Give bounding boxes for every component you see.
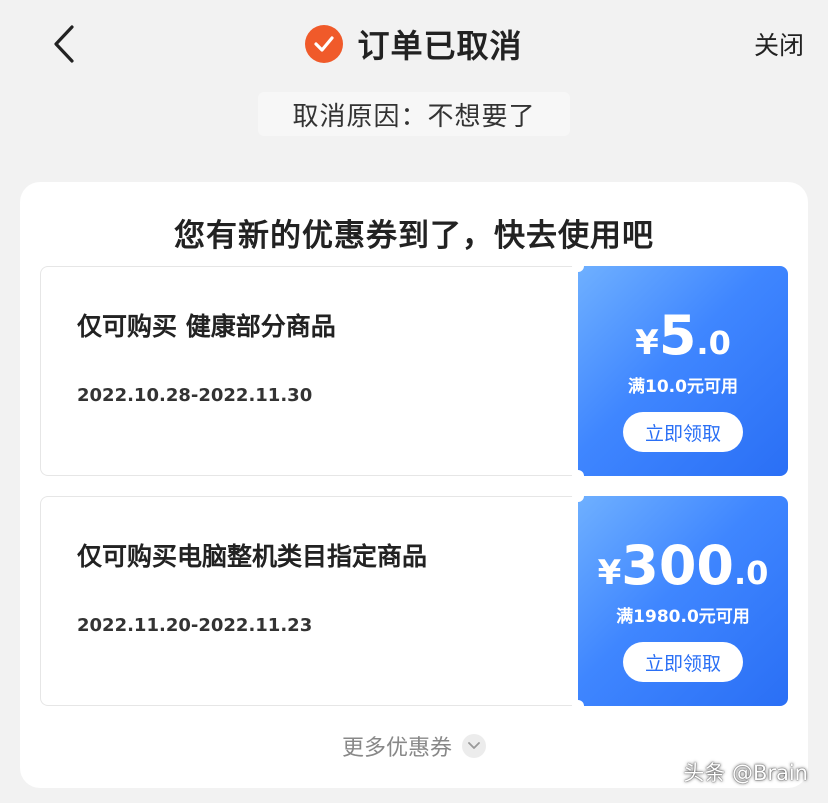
currency-symbol: ¥ [597, 553, 622, 593]
coupon-notch [572, 700, 584, 712]
coupon-card: 仅可购买 健康部分商品 2022.10.28-2022.11.30 ¥5.0 满… [40, 260, 788, 482]
currency-symbol: ¥ [635, 323, 659, 363]
coupon-info: 仅可购买电脑整机类目指定商品 2022.11.20-2022.11.23 [40, 496, 578, 706]
coupon-date-range: 2022.11.20-2022.11.23 [77, 615, 313, 636]
claim-button[interactable]: 立即领取 [623, 642, 743, 682]
coupon-date-range: 2022.10.28-2022.11.30 [77, 385, 313, 406]
coupon-description: 仅可购买电脑整机类目指定商品 [77, 542, 428, 571]
coupon-panel: 您有新的优惠券到了，快去使用吧 仅可购买 健康部分商品 2022.10.28-2… [20, 182, 808, 788]
coupon-panel-title: 您有新的优惠券到了，快去使用吧 [174, 218, 654, 254]
chevron-down-icon [462, 734, 486, 758]
page-title: 订单已取消 [357, 27, 523, 65]
coupon-notch [572, 260, 584, 272]
coupon-condition: 满10.0元可用 [628, 377, 738, 397]
close-button[interactable]: 关闭 [754, 26, 804, 62]
coupon-value-panel: ¥300.0 满1980.0元可用 立即领取 [578, 496, 788, 706]
coupon-amount: ¥5.0 [578, 304, 788, 367]
more-coupons-label: 更多优惠券 [341, 736, 452, 761]
cancel-reason: 取消原因：不想要了 [258, 92, 570, 136]
amount-integer: 5 [658, 304, 697, 367]
coupon-notch [572, 490, 584, 502]
amount-integer: 300 [621, 534, 734, 597]
coupon-condition: 满1980.0元可用 [616, 607, 750, 627]
coupon-card: 仅可购买电脑整机类目指定商品 2022.11.20-2022.11.23 ¥30… [40, 490, 788, 712]
coupon-info: 仅可购买 健康部分商品 2022.10.28-2022.11.30 [40, 266, 578, 476]
watermark: 头条 @Brain [683, 761, 808, 785]
amount-decimal: .0 [733, 554, 769, 592]
coupon-description: 仅可购买 健康部分商品 [77, 312, 336, 341]
title-group: 订单已取消 [0, 22, 828, 66]
amount-decimal: .0 [696, 324, 731, 362]
coupon-value-panel: ¥5.0 满10.0元可用 立即领取 [578, 266, 788, 476]
claim-button[interactable]: 立即领取 [623, 412, 743, 452]
check-circle-icon [305, 25, 344, 63]
coupon-notch [572, 470, 584, 482]
coupon-amount: ¥300.0 [578, 534, 788, 597]
header: 订单已取消 关闭 [0, 0, 828, 90]
